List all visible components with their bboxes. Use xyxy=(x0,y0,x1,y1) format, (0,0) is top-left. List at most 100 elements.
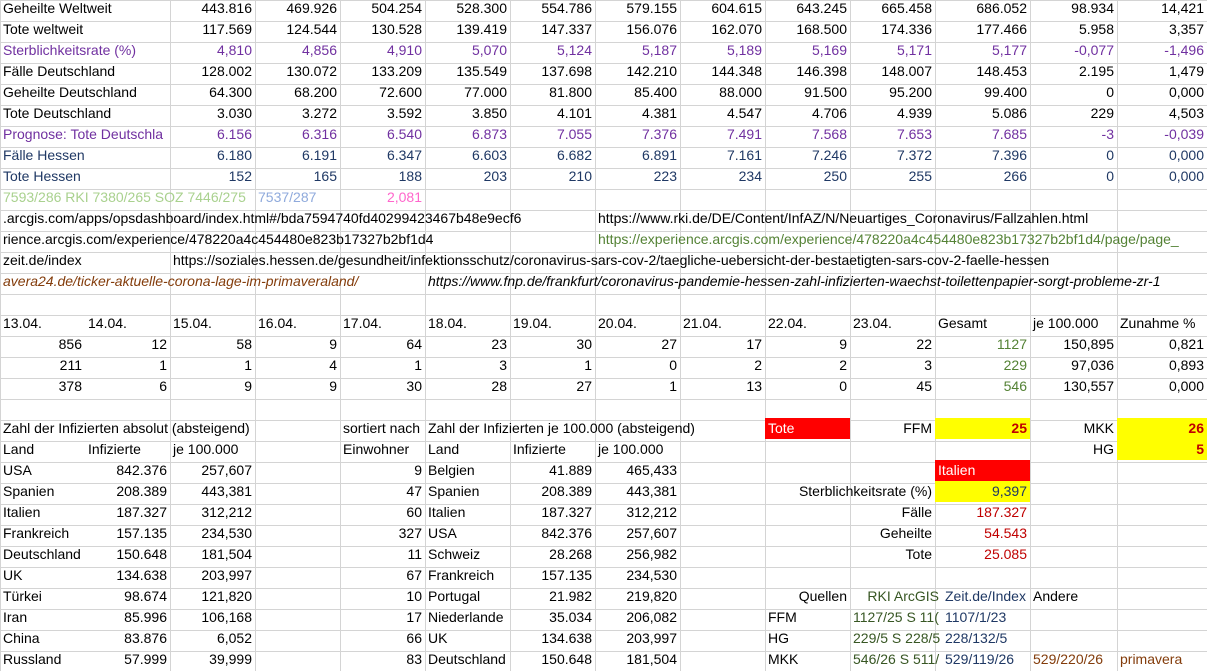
row-label[interactable]: Fälle Hessen xyxy=(0,145,170,166)
per-100k[interactable]: 106,168 xyxy=(170,607,255,628)
value-cell[interactable]: 95.200 xyxy=(850,82,935,103)
per-100k[interactable]: 465,433 xyxy=(595,460,680,481)
daily-cell[interactable]: 9 xyxy=(765,334,850,355)
value-cell[interactable]: 139.419 xyxy=(425,19,510,40)
je-cell[interactable]: 130,557 xyxy=(1030,376,1117,397)
inhabitants[interactable]: 60 xyxy=(340,502,425,523)
table-title[interactable]: Zahl der Infizierten je 100.000 (absteig… xyxy=(425,418,765,439)
daily-cell[interactable]: 23 xyxy=(425,334,510,355)
country[interactable]: UK xyxy=(425,628,510,649)
link-cell[interactable]: .arcgis.com/apps/opsdashboard/index.html… xyxy=(0,208,595,229)
value-cell[interactable]: 156.076 xyxy=(595,19,680,40)
infected[interactable]: 157.135 xyxy=(85,523,170,544)
q-mkk-d[interactable]: primavera xyxy=(1117,649,1207,670)
infected[interactable]: 150.648 xyxy=(85,544,170,565)
country[interactable]: Belgien xyxy=(425,460,510,481)
daily-cell[interactable]: 1 xyxy=(510,355,595,376)
value-cell[interactable]: 0,000 xyxy=(1117,166,1207,187)
per-100k[interactable]: 219,820 xyxy=(595,586,680,607)
value-cell[interactable]: 4.101 xyxy=(510,103,595,124)
value-cell[interactable]: 165 xyxy=(255,166,340,187)
country[interactable]: Frankreich xyxy=(0,523,85,544)
value-cell[interactable]: 443.816 xyxy=(170,0,255,19)
value-cell[interactable]: 148.007 xyxy=(850,61,935,82)
value-cell[interactable]: 3.850 xyxy=(425,103,510,124)
infected[interactable]: 134.638 xyxy=(85,565,170,586)
faelle-value[interactable]: 187.327 xyxy=(935,502,1030,523)
link-cell[interactable]: zeit.de/index xyxy=(0,250,170,271)
daily-cell[interactable]: 12 xyxy=(85,334,170,355)
value-cell[interactable]: 6.540 xyxy=(340,124,425,145)
zeit-label[interactable]: Zeit.de/Index xyxy=(942,586,1030,607)
value-cell[interactable]: 6.603 xyxy=(425,145,510,166)
gesamt-header[interactable]: Gesamt xyxy=(935,313,1030,334)
value-cell[interactable]: 7.568 xyxy=(765,124,850,145)
country[interactable]: Schweiz xyxy=(425,544,510,565)
value-cell[interactable]: 1,479 xyxy=(1117,61,1207,82)
country[interactable]: Russland xyxy=(0,649,85,670)
value-cell[interactable]: 85.400 xyxy=(595,82,680,103)
inhabitants[interactable]: 327 xyxy=(340,523,425,544)
inhabitants[interactable]: 11 xyxy=(340,544,425,565)
daily-cell[interactable]: 9 xyxy=(255,334,340,355)
inhabitants[interactable]: 10 xyxy=(340,586,425,607)
daily-cell[interactable]: 30 xyxy=(510,334,595,355)
value-cell[interactable]: 0 xyxy=(1030,145,1117,166)
daily-cell[interactable]: 28 xyxy=(425,376,510,397)
per-100k[interactable]: 39,999 xyxy=(170,649,255,670)
ffm-value[interactable]: 25 xyxy=(935,418,1030,439)
per-100k[interactable]: 203,997 xyxy=(595,628,680,649)
hg-value[interactable]: 5 xyxy=(1117,439,1207,460)
q-mkk-c[interactable]: 529/220/26 xyxy=(1030,649,1117,670)
value-cell[interactable]: 6.156 xyxy=(170,124,255,145)
value-cell[interactable]: 4.547 xyxy=(680,103,765,124)
daily-cell[interactable]: 45 xyxy=(850,376,935,397)
q-hg[interactable]: HG xyxy=(765,628,850,649)
daily-cell[interactable]: 13 xyxy=(680,376,765,397)
q-ffm-b[interactable]: 1107/1/23 xyxy=(942,607,1030,628)
country[interactable]: Iran xyxy=(0,607,85,628)
q-mkk-b[interactable]: 529/119/26 xyxy=(942,649,1030,670)
country[interactable]: USA xyxy=(0,460,85,481)
col-header[interactable]: Land xyxy=(425,439,510,460)
per-100k[interactable]: 206,082 xyxy=(595,607,680,628)
value-cell[interactable]: -0,077 xyxy=(1030,40,1117,61)
row-label[interactable]: Geheilte Weltweit xyxy=(0,0,170,19)
note-cell[interactable]: 2,081 xyxy=(340,187,425,208)
infected[interactable]: 150.648 xyxy=(510,649,595,670)
andere-label[interactable]: Andere xyxy=(1030,586,1117,607)
infected[interactable]: 187.327 xyxy=(85,502,170,523)
gesamt-cell[interactable]: 229 xyxy=(935,355,1030,376)
je-header[interactable]: je 100.000 xyxy=(1030,313,1117,334)
value-cell[interactable]: 7.396 xyxy=(935,145,1030,166)
q-hg-b[interactable]: 228/132/5 xyxy=(942,628,1030,649)
infected[interactable]: 208.389 xyxy=(85,481,170,502)
inhabitants[interactable]: 66 xyxy=(340,628,425,649)
value-cell[interactable]: 98.934 xyxy=(1030,0,1117,19)
inhabitants[interactable]: 47 xyxy=(340,481,425,502)
value-cell[interactable]: 0,000 xyxy=(1117,145,1207,166)
daily-cell[interactable]: 1 xyxy=(340,355,425,376)
note-cell[interactable]: 7593/286 RKI 7380/265 SOZ 7446/275 xyxy=(0,187,255,208)
value-cell[interactable]: 142.210 xyxy=(595,61,680,82)
mkk-value[interactable]: 26 xyxy=(1117,418,1207,439)
per-100k[interactable]: 234,530 xyxy=(595,565,680,586)
value-cell[interactable]: 130.528 xyxy=(340,19,425,40)
zunahme-cell[interactable]: 0,000 xyxy=(1117,376,1207,397)
col-header[interactable]: Land xyxy=(0,439,85,460)
value-cell[interactable]: 6.316 xyxy=(255,124,340,145)
je-cell[interactable]: 97,036 xyxy=(1030,355,1117,376)
je-cell[interactable]: 150,895 xyxy=(1030,334,1117,355)
per-100k[interactable]: 257,607 xyxy=(595,523,680,544)
value-cell[interactable]: 6.891 xyxy=(595,145,680,166)
country[interactable]: Italien xyxy=(0,502,85,523)
value-cell[interactable]: 91.500 xyxy=(765,82,850,103)
row-label[interactable]: Geheilte Deutschland xyxy=(0,82,170,103)
value-cell[interactable]: 68.200 xyxy=(255,82,340,103)
per-100k[interactable]: 443,381 xyxy=(170,481,255,502)
col-header[interactable]: je 100.000 xyxy=(595,439,680,460)
date-header[interactable]: 14.04. xyxy=(85,313,170,334)
gesamt-cell[interactable]: 546 xyxy=(935,376,1030,397)
date-header[interactable]: 15.04. xyxy=(170,313,255,334)
value-cell[interactable]: 5,070 xyxy=(425,40,510,61)
